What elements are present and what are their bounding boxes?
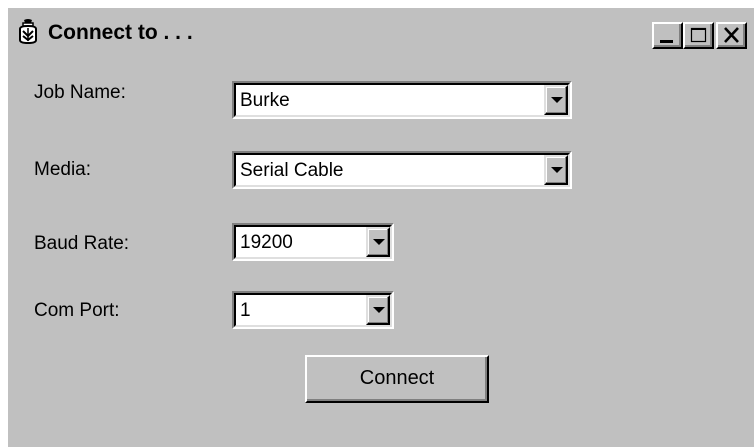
chevron-down-icon bbox=[373, 239, 385, 245]
lantern-icon bbox=[16, 19, 40, 45]
connect-button[interactable]: Connect bbox=[305, 355, 489, 403]
job-name-value: Burke bbox=[240, 90, 290, 111]
com-port-select[interactable]: 1 bbox=[232, 291, 394, 329]
baud-rate-select[interactable]: 19200 bbox=[232, 223, 394, 261]
baud-rate-select-frame: 19200 bbox=[234, 225, 392, 259]
com-port-label: Com Port: bbox=[34, 300, 120, 321]
media-select[interactable]: Serial Cable bbox=[232, 151, 572, 189]
chevron-down-icon bbox=[551, 167, 563, 173]
minimize-button[interactable] bbox=[652, 22, 683, 49]
media-dropdown-button[interactable] bbox=[544, 155, 568, 185]
media-value: Serial Cable bbox=[240, 160, 344, 181]
media-label: Media: bbox=[34, 159, 92, 180]
close-button[interactable] bbox=[716, 22, 747, 49]
baud-rate-value: 19200 bbox=[240, 232, 293, 253]
media-select-frame: Serial Cable bbox=[234, 153, 570, 187]
job-name-select-frame: Burke bbox=[234, 83, 570, 117]
job-name-select[interactable]: Burke bbox=[232, 81, 572, 119]
com-port-select-frame: 1 bbox=[234, 293, 392, 327]
job-name-label: Job Name: bbox=[34, 82, 126, 103]
com-port-value: 1 bbox=[240, 300, 251, 321]
com-port-dropdown-button[interactable] bbox=[366, 295, 390, 325]
job-name-dropdown-button[interactable] bbox=[544, 85, 568, 115]
connect-dialog: Connect to . . . Job Name: Burke Media: … bbox=[6, 6, 754, 447]
chevron-down-icon bbox=[551, 97, 563, 103]
title-bar[interactable]: Connect to . . . bbox=[8, 8, 754, 52]
window-title: Connect to . . . bbox=[48, 21, 193, 44]
chevron-down-icon bbox=[373, 307, 385, 313]
maximize-button[interactable] bbox=[683, 22, 714, 49]
baud-rate-label: Baud Rate: bbox=[34, 233, 130, 254]
baud-rate-dropdown-button[interactable] bbox=[366, 227, 390, 257]
